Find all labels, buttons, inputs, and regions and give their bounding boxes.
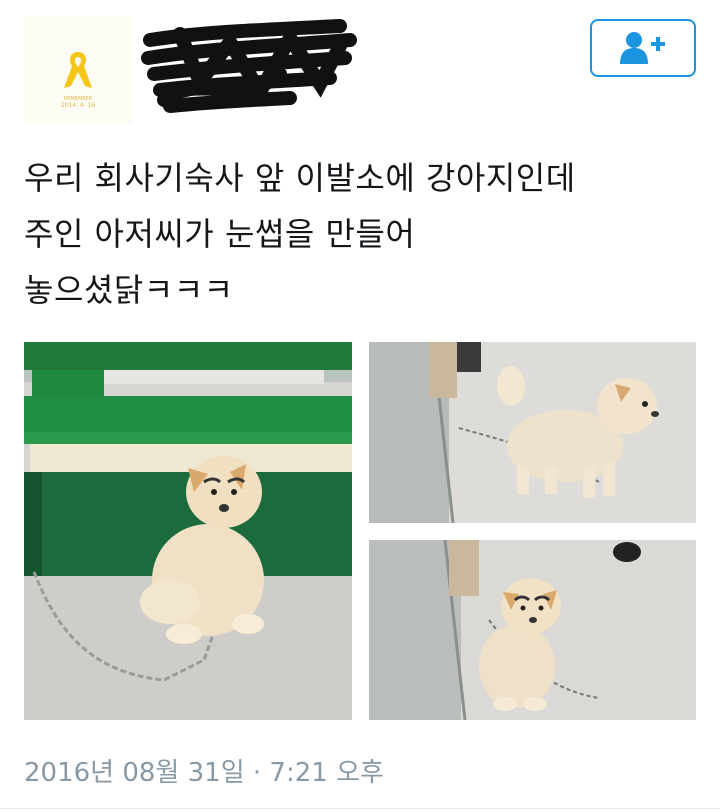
add-user-icon <box>620 32 665 64</box>
tweet-text: 우리 회사기숙사 앞 이발소에 강아지인데 주인 아저씨가 눈썹을 만들어 놓으… <box>24 159 576 309</box>
photo-puppy-front[interactable] <box>369 540 696 720</box>
photo-puppy-bench[interactable] <box>24 342 352 720</box>
avatar-date: 2014. 4. 16 <box>60 102 96 109</box>
follow-button[interactable] <box>590 19 696 77</box>
photo-puppy-side[interactable] <box>369 342 696 523</box>
divider <box>0 808 720 809</box>
media-grid <box>24 342 696 720</box>
avatar[interactable]: REMEMBER 2014. 4. 16 <box>24 16 132 124</box>
yellow-ribbon-icon <box>64 52 92 88</box>
redacted-username <box>141 19 357 113</box>
tweet-timestamp[interactable]: 2016년 08월 31일 · 7:21 오후 <box>24 752 384 789</box>
tweet-card: REMEMBER 2014. 4. 16 우리 회사기숙사 앞 이발소에 강아지… <box>0 0 720 812</box>
